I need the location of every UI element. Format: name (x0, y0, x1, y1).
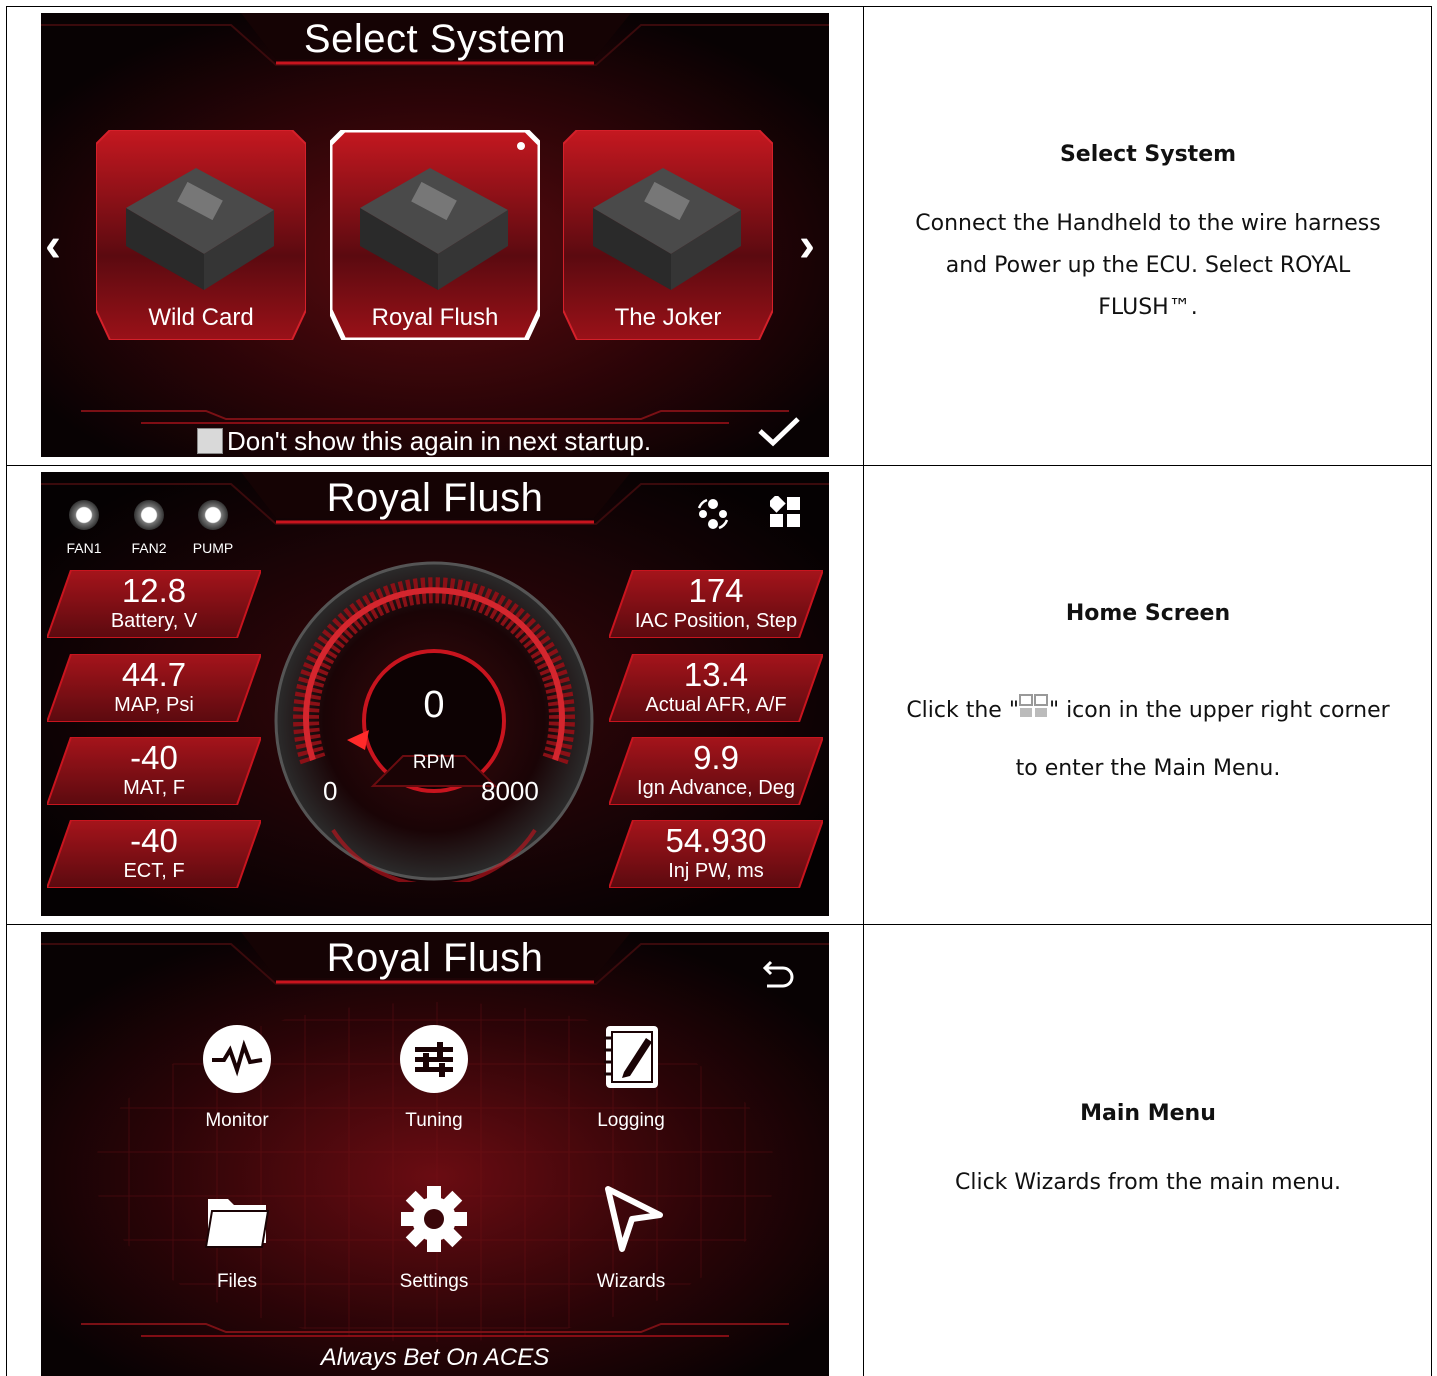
folder-icon (204, 1199, 270, 1248)
readout-ign-advance: 9.9 Ign Advance, Deg (609, 737, 823, 805)
system-card-royal-flush[interactable]: Royal Flush (327, 127, 543, 343)
caption-title: Main Menu (1080, 1101, 1216, 1126)
table-border-row2 (6, 924, 1432, 925)
home-screen: Royal Flush FAN1 FAN2 PUMP 12.8 Battery,… (41, 472, 829, 916)
menu-item-tuning[interactable]: Tuning (349, 1024, 519, 1154)
checkmark-icon[interactable] (757, 415, 801, 447)
cursor-arrow-icon (605, 1186, 663, 1252)
readout-value: 54.930 (665, 822, 767, 859)
pump-indicator-icon (198, 500, 228, 530)
readout-map: 44.7 MAP, Psi (47, 654, 261, 722)
next-arrow-button[interactable]: › (799, 218, 815, 273)
tagline: Always Bet On ACES (320, 1344, 550, 1371)
caption-body-line2: to enter the Main Menu. (1015, 756, 1281, 781)
readout-value: 12.8 (121, 572, 187, 609)
menu-grid-icon[interactable] (770, 496, 802, 528)
readout-inj-pw: 54.930 Inj PW, ms (609, 820, 823, 888)
menu-item-files[interactable]: Files (152, 1185, 322, 1315)
readout-ect: -40 ECT, F (47, 820, 261, 888)
gear-icon (401, 1186, 467, 1252)
readout-value: 9.9 (693, 739, 739, 776)
menu-label: Monitor (205, 1110, 269, 1131)
readout-value: 44.7 (121, 656, 187, 693)
caption-home-screen: Home Screen Click the " " icon in the upp… (864, 601, 1432, 790)
caption-body-end: " icon in the upper right corner (1048, 698, 1390, 723)
readout-label: ECT, F (123, 860, 185, 882)
gauge-min-label: 0 (323, 776, 338, 806)
pulse-icon (203, 1025, 271, 1093)
caption-select-system: Select System Connect the Handheld to th… (864, 142, 1432, 329)
rpm-gauge: 0 RPM 0 8000 (273, 560, 595, 888)
select-system-screen: Select System ‹ › Wild Card Royal Flush (41, 13, 829, 457)
readout-label: Actual AFR, A/F (645, 694, 787, 716)
system-card-wild-card[interactable]: Wild Card (95, 129, 307, 341)
card-label: Royal Flush (371, 304, 499, 331)
screen-title: Royal Flush (326, 936, 544, 980)
readout-afr: 13.4 Actual AFR, A/F (609, 654, 823, 722)
readout-iac: 174 IAC Position, Step (609, 570, 823, 638)
readout-label: Inj PW, ms (668, 860, 764, 882)
startup-footer: Don't show this again in next startup. (41, 407, 829, 457)
title-bar: Select System (41, 13, 829, 83)
pump-label: PUMP (192, 540, 234, 556)
sliders-icon (400, 1025, 468, 1093)
fan1-indicator-icon (69, 500, 99, 530)
notebook-icon (604, 1026, 658, 1088)
caption-title: Select System (1059, 142, 1237, 167)
table-border-top (6, 6, 1432, 7)
fan2-indicator-icon (134, 500, 164, 530)
dont-show-label: Don't show this again in next startup. (227, 426, 652, 456)
previous-arrow-button[interactable]: ‹ (45, 218, 61, 273)
caption-main-menu: Main Menu Click Wizards from the main me… (864, 1101, 1432, 1204)
caption-title: Home Screen (1065, 601, 1231, 626)
main-menu-screen: Royal Flush Monitor Tuning Logging Files… (41, 932, 829, 1376)
title-bar: Royal Flush (41, 932, 829, 1002)
menu-item-monitor[interactable]: Monitor (152, 1024, 322, 1154)
menu-item-logging[interactable]: Logging (546, 1024, 716, 1154)
back-icon[interactable] (763, 956, 799, 988)
fan2-label: FAN2 (131, 540, 167, 556)
readout-label: MAT, F (123, 777, 185, 799)
readout-label: Battery, V (110, 610, 198, 632)
readout-battery: 12.8 Battery, V (47, 570, 261, 638)
sync-icon[interactable] (693, 496, 733, 532)
card-label: The Joker (614, 304, 722, 331)
screen-title: Select System (303, 17, 567, 61)
caption-body-start: Click the " (906, 698, 1019, 723)
readout-label: IAC Position, Step (634, 610, 798, 632)
readout-value: -40 (130, 739, 178, 776)
menu-label: Tuning (405, 1110, 463, 1131)
fan1-label: FAN1 (66, 540, 102, 556)
rpm-value: 0 (423, 684, 445, 726)
caption-body: Connect the Handheld to the wire harness… (915, 211, 1381, 320)
menu-label: Wizards (596, 1271, 666, 1292)
menu-item-settings[interactable]: Settings (349, 1185, 519, 1315)
readout-value: -40 (130, 822, 178, 859)
menu-item-wizards[interactable]: Wizards (546, 1185, 716, 1315)
readout-label: Ign Advance, Deg (637, 777, 795, 799)
caption-body: Click Wizards from the main menu. (955, 1170, 1341, 1195)
caption-body: Click the " " icon in the upper right cor… (864, 690, 1432, 732)
menu-label: Settings (399, 1271, 469, 1292)
rpm-unit: RPM (412, 752, 456, 773)
table-border-left (6, 6, 7, 1376)
readout-mat: -40 MAT, F (47, 737, 261, 805)
readout-value: 13.4 (683, 656, 749, 693)
menu-grid-icon (1018, 694, 1048, 717)
system-card-the-joker[interactable]: The Joker (562, 129, 774, 341)
menu-label: Files (216, 1271, 258, 1292)
card-label: Wild Card (148, 304, 254, 331)
gauge-max-label: 8000 (481, 776, 539, 806)
table-border-row1 (6, 465, 1432, 466)
menu-label: Logging (597, 1110, 665, 1131)
readout-label: MAP, Psi (114, 694, 194, 716)
dont-show-checkbox[interactable] (197, 428, 223, 454)
readout-value: 174 (688, 572, 744, 609)
